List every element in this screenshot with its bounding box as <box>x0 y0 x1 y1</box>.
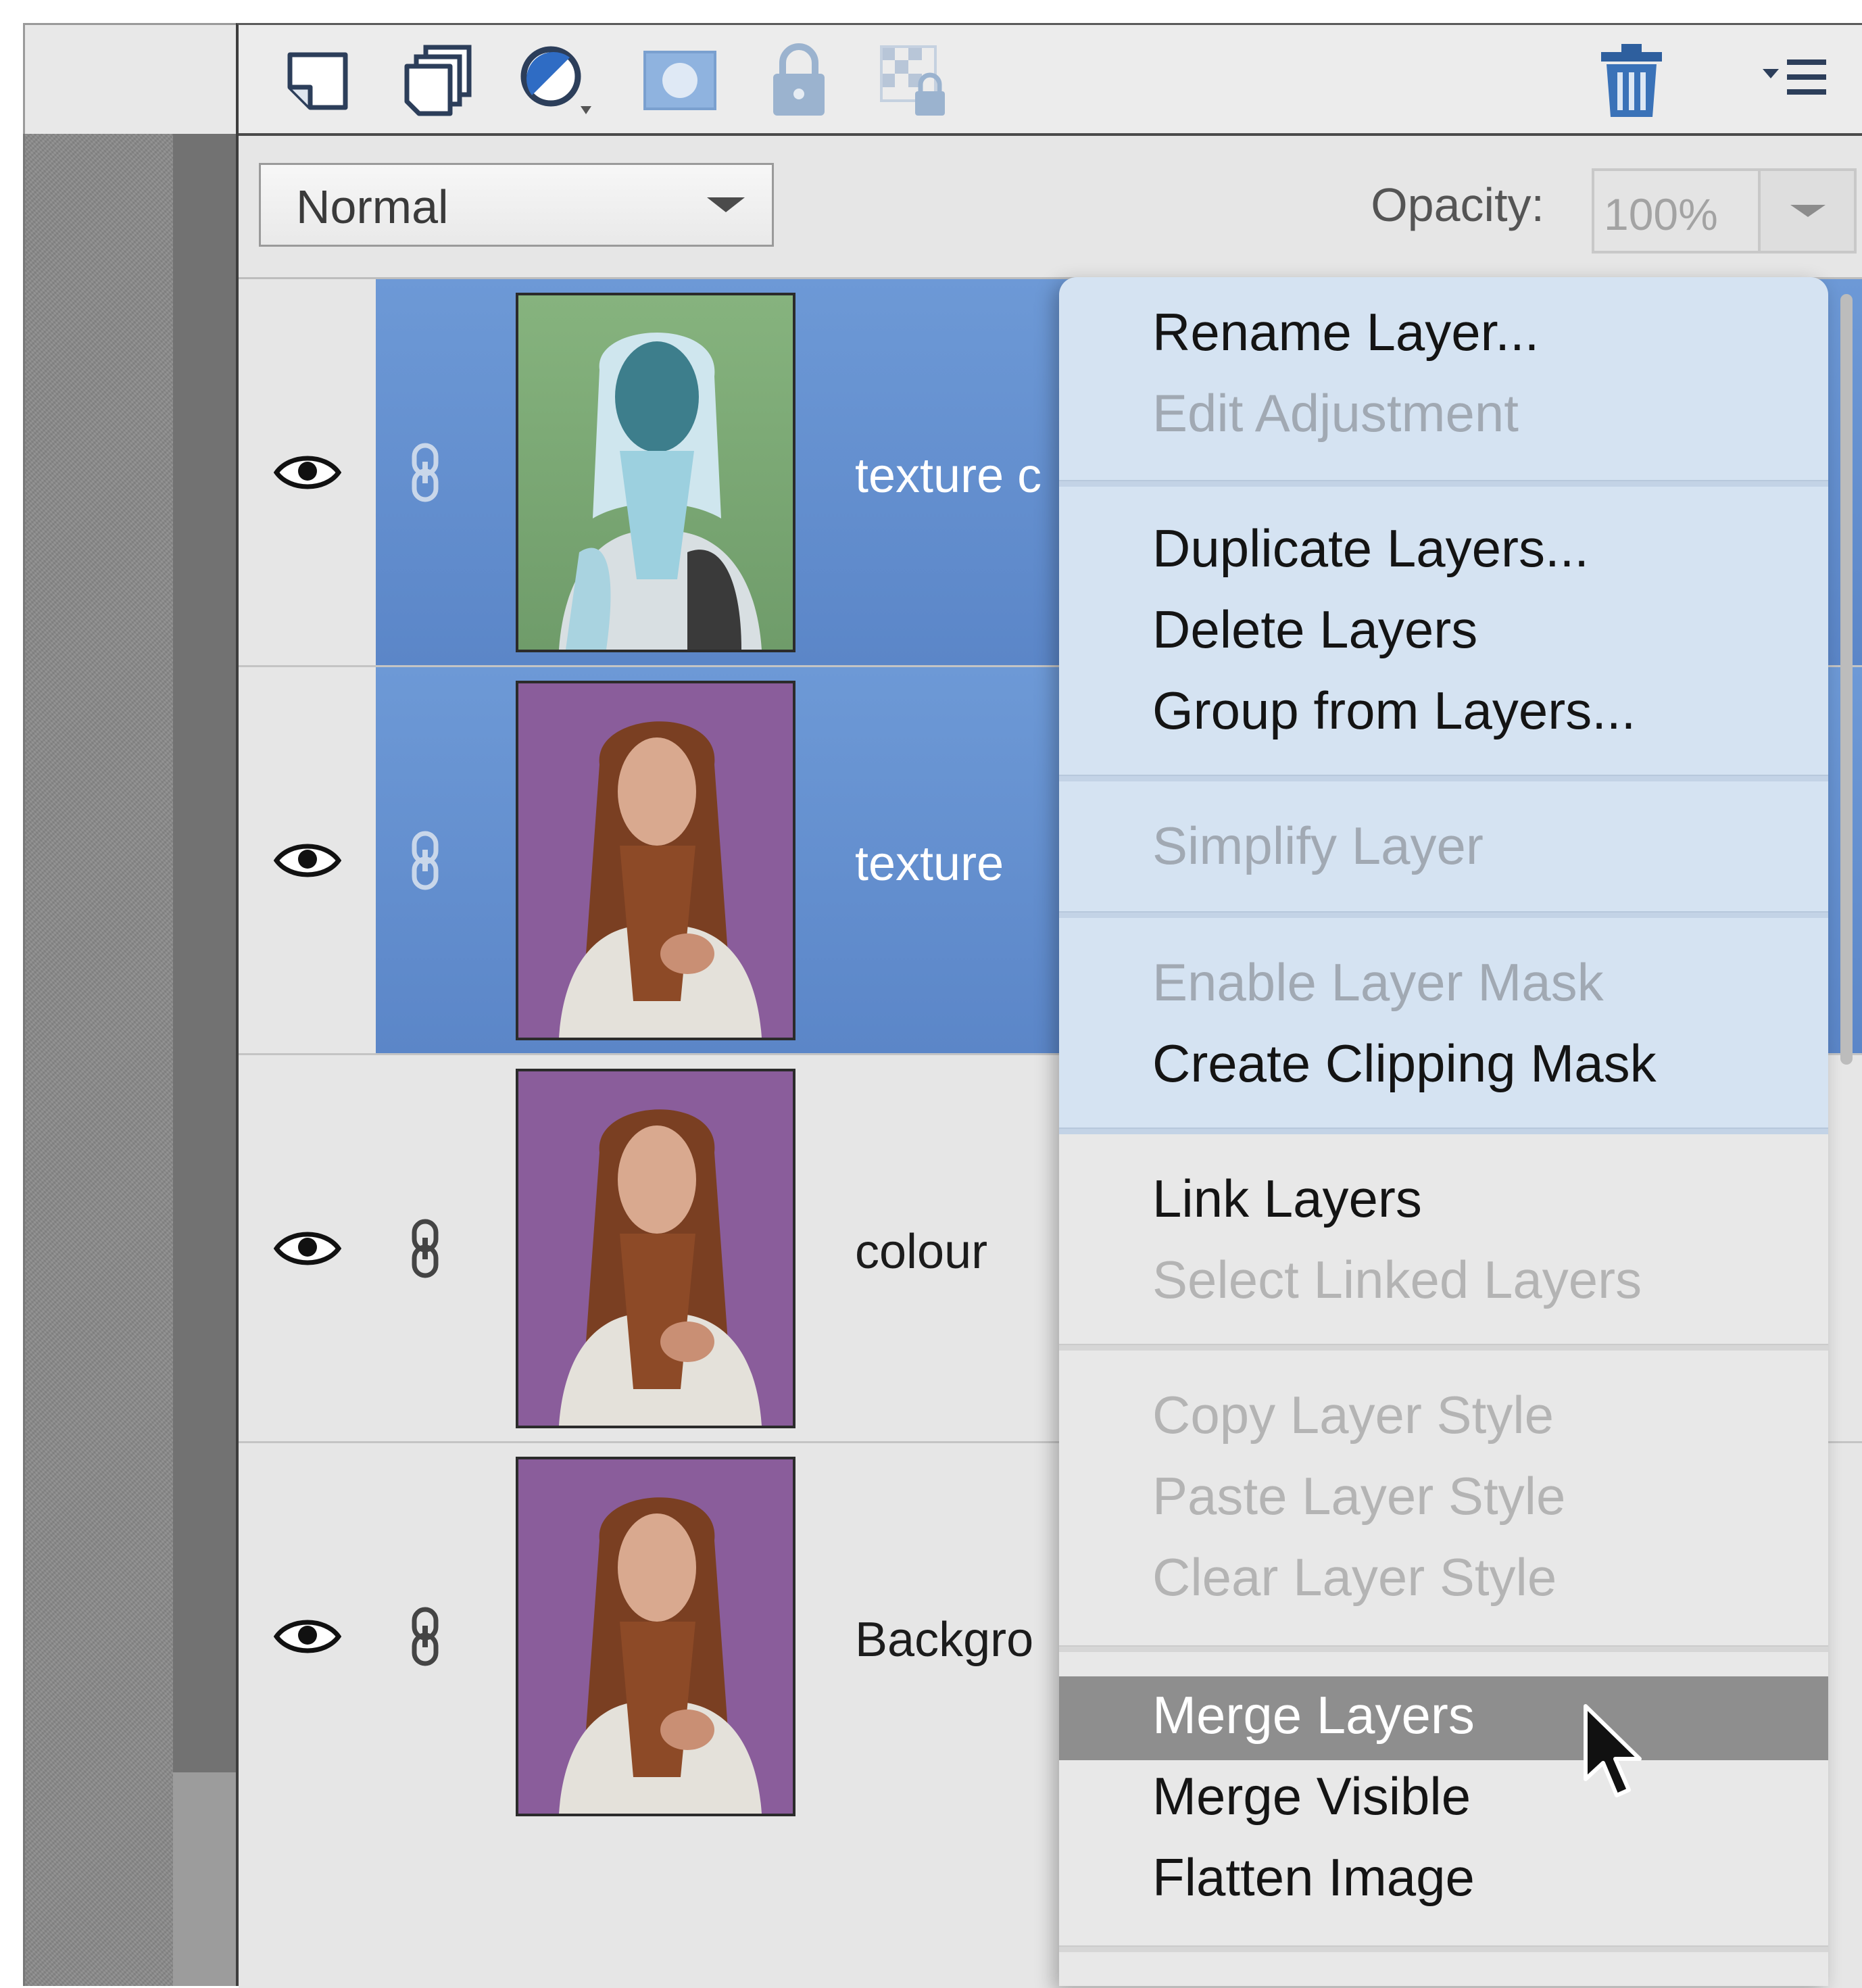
left-top-area <box>23 23 236 134</box>
layer-name[interactable]: texture c <box>855 448 1042 504</box>
opacity-value: 100% <box>1604 189 1718 239</box>
link-icon[interactable] <box>405 441 445 504</box>
menu-item-delete-layers[interactable]: Delete Layers <box>1152 599 1477 660</box>
canvas-scrollbar-thumb[interactable] <box>173 1772 236 1986</box>
eye-icon[interactable] <box>274 839 341 882</box>
menu-item-create-clipping-mask[interactable]: Create Clipping Mask <box>1152 1033 1657 1094</box>
blend-mode-value: Normal <box>296 180 449 233</box>
lock-transparency-icon[interactable] <box>871 40 959 121</box>
menu-item-enable-layer-mask: Enable Layer Mask <box>1152 952 1604 1012</box>
layer-thumbnail <box>516 681 795 1040</box>
layer-thumbnail <box>516 1069 795 1428</box>
layer-thumbnail <box>516 1457 795 1816</box>
menu-item-duplicate-layers[interactable]: Duplicate Layers... <box>1152 518 1589 579</box>
menu-separator <box>1059 480 1828 487</box>
menu-separator <box>1059 1645 1828 1652</box>
new-layer-icon[interactable] <box>274 40 362 121</box>
menu-item-merge-layers[interactable]: Merge Layers <box>1152 1684 1475 1746</box>
layer-name[interactable]: texture <box>855 836 1004 892</box>
menu-item-group-from-layers[interactable]: Group from Layers... <box>1152 680 1636 742</box>
trash-icon[interactable] <box>1588 40 1675 121</box>
opacity-label: Opacity: <box>1371 178 1544 231</box>
layers-toolbar <box>239 25 1862 136</box>
menu-item-link-layers[interactable]: Link Layers <box>1152 1168 1422 1230</box>
menu-separator <box>1059 1945 1828 1952</box>
link-icon[interactable] <box>405 829 445 892</box>
opacity-dropdown-button[interactable] <box>1761 168 1857 253</box>
menu-separator <box>1059 1344 1828 1351</box>
layer-thumbnail <box>516 293 795 652</box>
chevron-down-icon <box>1790 205 1826 217</box>
layers-scrollbar-thumb[interactable] <box>1840 294 1853 1065</box>
menu-separator <box>1059 1128 1828 1134</box>
layer-name[interactable]: Backgro <box>855 1612 1033 1668</box>
opacity-field[interactable]: 100% <box>1592 168 1761 253</box>
mouse-pointer-icon <box>1584 1704 1642 1797</box>
layer-options-row: Normal Opacity: 100% <box>239 136 1862 279</box>
menu-item-rename-layer[interactable]: Rename Layer... <box>1152 301 1539 363</box>
menu-item-merge-visible[interactable]: Merge Visible <box>1152 1766 1471 1827</box>
menu-item-select-linked-layers: Select Linked Layers <box>1152 1250 1642 1309</box>
lock-all-icon[interactable] <box>755 40 843 121</box>
canvas-scrollbar-track[interactable] <box>173 134 236 1986</box>
menu-item-copy-layer-style: Copy Layer Style <box>1152 1385 1554 1445</box>
layer-context-menu: Rename Layer... Edit Adjustment Duplicat… <box>1059 277 1828 1986</box>
eye-icon[interactable] <box>274 1615 341 1658</box>
layer-name[interactable]: colour <box>855 1224 987 1280</box>
new-group-icon[interactable] <box>395 40 483 121</box>
document-canvas <box>23 134 173 1986</box>
menu-item-paste-layer-style: Paste Layer Style <box>1152 1466 1566 1526</box>
link-icon[interactable] <box>405 1217 445 1280</box>
chevron-down-icon <box>707 197 745 212</box>
menu-item-flatten-image[interactable]: Flatten Image <box>1152 1847 1475 1908</box>
menu-separator <box>1059 775 1828 781</box>
menu-item-clear-layer-style: Clear Layer Style <box>1152 1547 1557 1607</box>
blend-mode-select[interactable]: Normal <box>259 163 774 247</box>
link-icon[interactable] <box>405 1605 445 1668</box>
menu-separator <box>1059 911 1828 918</box>
menu-item-simplify-layer: Simplify Layer <box>1152 816 1484 875</box>
add-mask-icon[interactable] <box>636 40 724 121</box>
menu-item-edit-adjustment: Edit Adjustment <box>1152 383 1519 443</box>
panel-menu-icon[interactable] <box>1753 40 1840 121</box>
adjustment-layer-icon[interactable] <box>516 40 604 121</box>
eye-icon[interactable] <box>274 451 341 494</box>
eye-icon[interactable] <box>274 1227 341 1270</box>
